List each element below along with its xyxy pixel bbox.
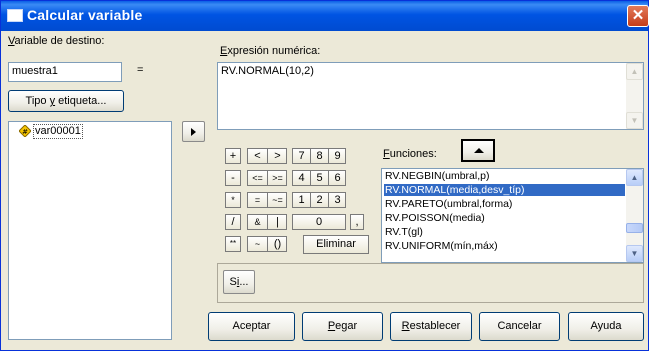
numeric-expression-label: Expresión numérica: bbox=[220, 45, 321, 57]
keypad-button[interactable]: 9 bbox=[329, 149, 346, 164]
move-variable-button[interactable] bbox=[182, 121, 205, 142]
keypad-button[interactable]: 3 bbox=[329, 193, 346, 208]
delete-button[interactable]: Eliminar bbox=[303, 235, 369, 254]
scroll-up-icon[interactable]: ▲ bbox=[626, 63, 643, 80]
keypad-group: & | bbox=[247, 214, 287, 230]
keypad-button[interactable]: - bbox=[225, 170, 241, 186]
keypad-button[interactable]: 8 bbox=[311, 149, 329, 164]
keypad-button[interactable]: ~ bbox=[248, 237, 268, 252]
window-icon bbox=[7, 9, 23, 22]
keypad-button[interactable]: 2 bbox=[311, 193, 329, 208]
keypad-button[interactable]: 0 bbox=[292, 214, 346, 230]
list-item[interactable]: RV.PARETO(umbral,forma) bbox=[384, 198, 625, 210]
expression-text: RV.NORMAL(10,2) bbox=[221, 65, 314, 77]
keypad-button[interactable]: / bbox=[225, 214, 241, 230]
type-and-label-button[interactable]: Tipo y etiqueta... bbox=[8, 90, 124, 112]
keypad-button[interactable]: 7 bbox=[293, 149, 311, 164]
keypad-button[interactable]: 4 bbox=[293, 171, 311, 186]
title-bar[interactable]: Calcular variable bbox=[1, 1, 648, 31]
ok-button[interactable]: Aceptar bbox=[208, 312, 295, 341]
scroll-up-icon[interactable]: ▲ bbox=[626, 169, 643, 186]
keypad-button[interactable]: ** bbox=[225, 236, 241, 252]
scroll-thumb[interactable] bbox=[626, 223, 643, 233]
target-variable-input[interactable]: muestra1 bbox=[8, 62, 122, 82]
keypad-group: <= >= bbox=[247, 170, 287, 186]
equals-sign: = bbox=[137, 64, 144, 76]
functions-label: Funciones: bbox=[383, 148, 437, 160]
keypad-group: = ~= bbox=[247, 192, 287, 208]
dialog-window: Calcular variable ✕ Variable de destino:… bbox=[0, 0, 649, 351]
help-button[interactable]: Ayuda bbox=[568, 312, 644, 341]
functions-list[interactable]: RV.NEGBIN(umbral,p) RV.NORMAL(media,desv… bbox=[381, 168, 644, 263]
keypad-group: ~ () bbox=[247, 236, 287, 252]
svg-text:#: # bbox=[22, 128, 28, 136]
list-item[interactable]: RV.UNIFORM(mín,máx) bbox=[384, 240, 625, 252]
numeric-variable-icon: # bbox=[18, 124, 32, 138]
cancel-button[interactable]: Cancelar bbox=[479, 312, 560, 341]
keypad-button[interactable]: () bbox=[268, 237, 287, 252]
keypad-button[interactable]: < bbox=[248, 149, 268, 164]
scroll-down-icon[interactable]: ▼ bbox=[626, 245, 643, 262]
keypad-group: 7 8 9 bbox=[292, 148, 346, 164]
keypad-group: 4 5 6 bbox=[292, 170, 346, 186]
keypad-button[interactable]: + bbox=[225, 148, 241, 164]
paste-button[interactable]: Pegar bbox=[302, 312, 383, 341]
list-item[interactable]: RV.NEGBIN(umbral,p) bbox=[384, 170, 625, 182]
keypad-button[interactable]: = bbox=[248, 193, 268, 208]
keypad-button[interactable]: 5 bbox=[311, 171, 329, 186]
insert-function-button[interactable] bbox=[461, 139, 495, 162]
window-title: Calcular variable bbox=[27, 7, 143, 23]
keypad-button[interactable]: * bbox=[225, 192, 241, 208]
numeric-expression-input[interactable]: RV.NORMAL(10,2) ▲ ▼ bbox=[217, 62, 644, 130]
keypad-button[interactable]: & bbox=[248, 215, 268, 230]
list-item[interactable]: RV.POISSON(media) bbox=[384, 212, 625, 224]
keypad-button[interactable]: >= bbox=[268, 171, 287, 186]
list-item[interactable]: RV.T(gl) bbox=[384, 226, 625, 238]
target-variable-label: Variable de destino: bbox=[8, 35, 105, 47]
reset-button[interactable]: Restablecer bbox=[390, 312, 472, 341]
arrow-up-icon bbox=[474, 148, 484, 153]
keypad-button[interactable]: ~= bbox=[268, 193, 287, 208]
keypad-button[interactable]: > bbox=[268, 149, 287, 164]
variable-list[interactable]: # var00001 bbox=[8, 121, 172, 340]
if-button[interactable]: Si... bbox=[223, 270, 255, 294]
close-icon[interactable]: ✕ bbox=[627, 5, 649, 27]
variable-name: var00001 bbox=[33, 124, 83, 139]
functions-scrollbar[interactable]: ▲ ▼ bbox=[626, 169, 643, 262]
if-group-box bbox=[217, 263, 644, 303]
list-item-selected[interactable]: RV.NORMAL(media,desv_típ) bbox=[384, 184, 625, 196]
keypad-button[interactable]: 6 bbox=[329, 171, 346, 186]
keypad-group: < > bbox=[247, 148, 287, 164]
scroll-down-icon[interactable]: ▼ bbox=[626, 112, 643, 129]
keypad-button[interactable]: | bbox=[268, 215, 287, 230]
keypad-group: 1 2 3 bbox=[292, 192, 346, 208]
keypad-button[interactable]: <= bbox=[248, 171, 268, 186]
expression-scrollbar[interactable]: ▲ ▼ bbox=[626, 63, 643, 129]
arrow-right-icon bbox=[191, 128, 196, 136]
keypad-button[interactable]: 1 bbox=[293, 193, 311, 208]
keypad-button[interactable]: , bbox=[350, 214, 364, 230]
